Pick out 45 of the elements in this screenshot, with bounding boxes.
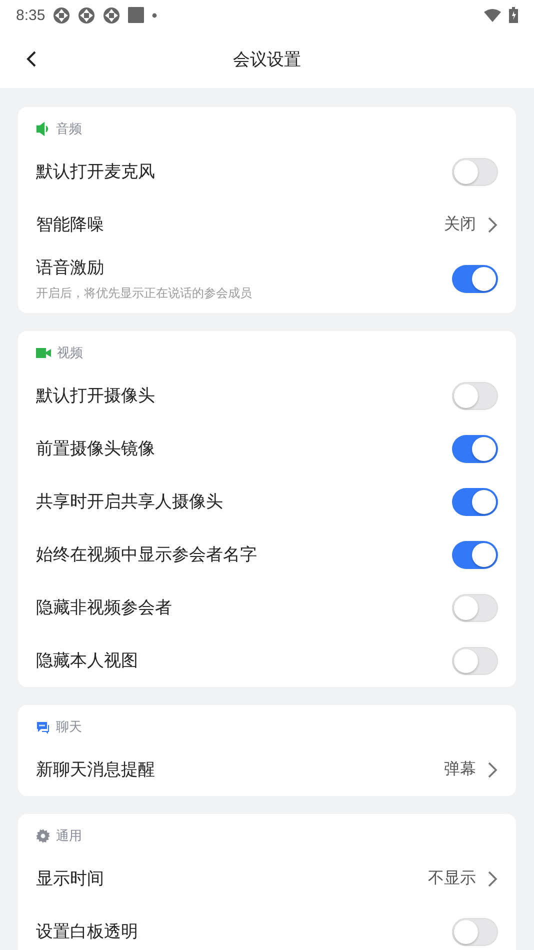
toggle-switch[interactable] [452, 382, 498, 410]
status-time: 8:35 [16, 6, 46, 24]
dot-icon [152, 12, 158, 18]
chevron-right-icon[interactable] [486, 870, 498, 888]
setting-description: 开启后，将优先显示正在说话的参会成员 [36, 285, 253, 302]
setting-label: 共享时开启共享人摄像头 [36, 491, 224, 513]
video-camera-icon [36, 347, 51, 359]
notification-icon [103, 6, 120, 24]
setting-label: 默认打开麦克风 [36, 161, 156, 183]
setting-label: 智能降噪 [36, 214, 105, 236]
toggle-switch[interactable] [452, 265, 498, 293]
section-title: 聊天 [56, 719, 82, 736]
setting-label: 隐藏非视频参会者 [36, 597, 173, 619]
setting-label: 始终在视频中显示参会者名字 [36, 544, 258, 566]
setting-label: 显示时间 [36, 868, 105, 890]
setting-label: 新聊天消息提醒 [36, 759, 156, 781]
toggle-switch[interactable] [452, 488, 498, 516]
setting-label: 语音激励 [36, 257, 105, 279]
setting-label: 前置摄像头镜像 [36, 438, 156, 460]
section-title: 音频 [56, 121, 82, 138]
toggle-switch[interactable] [452, 540, 498, 568]
setting-value: 弹幕 [444, 759, 476, 780]
toggle-switch[interactable] [452, 434, 498, 462]
chat-bubble-icon [36, 720, 50, 734]
battery-icon [509, 7, 518, 23]
section-title: 视频 [57, 345, 83, 362]
toggle-switch[interactable] [452, 594, 498, 622]
setting-value: 不显示 [428, 868, 476, 889]
setting-label: 设置白板透明 [36, 921, 139, 943]
settings-icon [36, 829, 50, 843]
setting-value: 关闭 [444, 214, 476, 235]
chevron-right-icon[interactable] [486, 760, 498, 778]
notification-icon [128, 7, 144, 23]
setting-label: 隐藏本人视图 [36, 650, 139, 672]
speaker-icon [36, 122, 50, 136]
page-title: 会议设置 [233, 48, 301, 70]
toggle-switch[interactable] [452, 918, 498, 946]
setting-label: 默认打开摄像头 [36, 385, 156, 407]
notification-icon [53, 6, 70, 24]
notification-icon [78, 6, 96, 24]
wifi-icon [484, 8, 501, 22]
chevron-right-icon[interactable] [486, 216, 498, 234]
toggle-switch[interactable] [452, 646, 498, 674]
toggle-switch[interactable] [452, 158, 498, 186]
section-title: 通用 [56, 828, 82, 845]
